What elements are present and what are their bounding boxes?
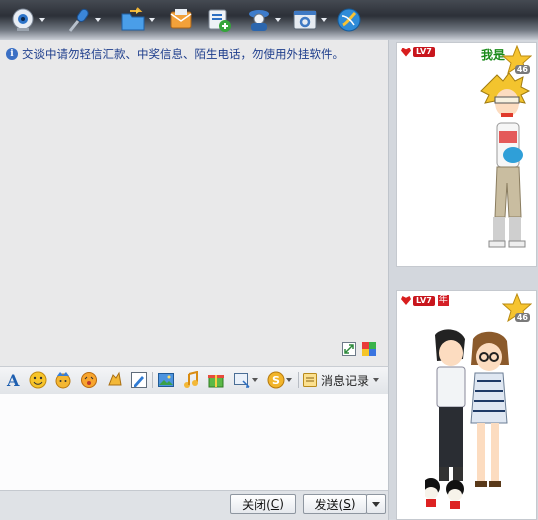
screen-vibrate-icon[interactable] — [105, 371, 123, 389]
chevron-down-icon[interactable] — [275, 18, 281, 22]
screenshot-button[interactable] — [232, 371, 258, 389]
svg-text:A: A — [6, 371, 20, 389]
my-star-level: 46 — [514, 313, 530, 322]
message-log-button[interactable]: 消息记录 — [302, 370, 380, 390]
microphone-icon — [68, 8, 89, 32]
chevron-down-icon[interactable] — [321, 18, 327, 22]
security-notice-text: 交谈中请勿轻信汇款、中奖信息、陌生电话，勿使用外挂软件。 — [22, 47, 344, 61]
friend-avatar — [480, 73, 531, 248]
gift-icon[interactable] — [207, 371, 225, 389]
chevron-down-icon[interactable] — [39, 18, 45, 22]
send-sms-button[interactable] — [168, 6, 194, 34]
magic-emoji-icon[interactable] — [54, 371, 72, 389]
top-toolbar — [0, 0, 538, 40]
webcam-icon — [12, 8, 34, 31]
format-toolbar: A S 消息记录 — [0, 366, 389, 395]
expand-icon[interactable] — [342, 342, 356, 356]
chevron-down-icon[interactable] — [285, 378, 292, 382]
send-options-button[interactable] — [366, 494, 386, 514]
handwriting-icon[interactable] — [130, 371, 148, 389]
close-button-key: C — [270, 497, 280, 511]
heart-icon — [401, 47, 411, 57]
user-info-icon — [249, 10, 269, 31]
info-icon: i — [6, 48, 18, 60]
chevron-down-icon[interactable] — [149, 18, 155, 22]
chevron-down-icon — [372, 501, 380, 507]
friend-show-panel[interactable]: LV7 我是 46 — [396, 42, 537, 267]
history-corner-tools — [342, 342, 376, 356]
message-log-icon — [303, 373, 317, 387]
separator — [152, 372, 153, 388]
send-button-suffix: ) — [350, 497, 356, 511]
qq-show-sidebar: LV7 我是 46 LV7 年 46 — [389, 40, 538, 520]
chat-history-area[interactable]: i 交谈中请勿轻信汇款、中奖信息、陌生电话，勿使用外挂软件。 — [0, 40, 389, 366]
voice-call-button[interactable] — [66, 6, 101, 34]
app-center-button[interactable] — [336, 6, 362, 34]
folder-icon — [121, 7, 145, 31]
send-music-icon[interactable] — [182, 371, 200, 389]
close-button-suffix: ) — [279, 497, 284, 511]
friend-level: LV7 — [401, 47, 435, 57]
close-button[interactable]: 关闭(C) — [230, 494, 296, 514]
send-button-key: S — [343, 497, 351, 511]
chevron-down-icon[interactable] — [95, 18, 101, 22]
friend-level-badge: LV7 — [413, 47, 435, 57]
my-level: LV7 年 — [401, 295, 449, 306]
my-level-badge: LV7 — [413, 295, 435, 306]
my-show-panel[interactable]: LV7 年 46 — [396, 290, 537, 520]
message-log-label: 消息记录 — [321, 373, 370, 388]
send-button-label: 发送( — [314, 497, 344, 512]
send-file-button[interactable] — [120, 6, 155, 34]
separator — [298, 372, 299, 388]
close-button-label: 关闭( — [242, 497, 271, 512]
remote-assist-button[interactable] — [246, 6, 281, 34]
add-group-icon — [208, 9, 231, 32]
video-call-button[interactable] — [10, 6, 45, 34]
message-input[interactable] — [0, 394, 389, 490]
bottom-action-bar: 关闭(C) 发送(S) — [0, 490, 389, 520]
app-settings-button[interactable] — [292, 6, 327, 34]
screenshot-icon — [233, 373, 250, 388]
font-icon[interactable]: A — [4, 371, 22, 389]
emoji-icon[interactable] — [29, 371, 47, 389]
chevron-down-icon[interactable] — [373, 378, 380, 382]
year-badge: 年 — [437, 295, 449, 306]
heart-icon — [401, 296, 411, 305]
shake-icon[interactable] — [80, 371, 98, 389]
send-image-icon[interactable] — [157, 371, 175, 389]
settings-window-icon — [293, 10, 317, 30]
couple-avatar — [425, 329, 509, 509]
payment-icon: S — [267, 371, 284, 389]
sms-icon — [170, 9, 192, 29]
chevron-down-icon[interactable] — [251, 378, 258, 382]
payment-button[interactable]: S — [266, 371, 292, 389]
app-globe-icon — [337, 8, 361, 32]
send-button[interactable]: 发送(S) — [303, 494, 367, 514]
svg-text:S: S — [272, 374, 280, 387]
color-palette-icon[interactable] — [362, 342, 376, 356]
create-group-button[interactable] — [206, 6, 232, 34]
security-notice: i 交谈中请勿轻信汇款、中奖信息、陌生电话，勿使用外挂软件。 — [6, 46, 344, 62]
